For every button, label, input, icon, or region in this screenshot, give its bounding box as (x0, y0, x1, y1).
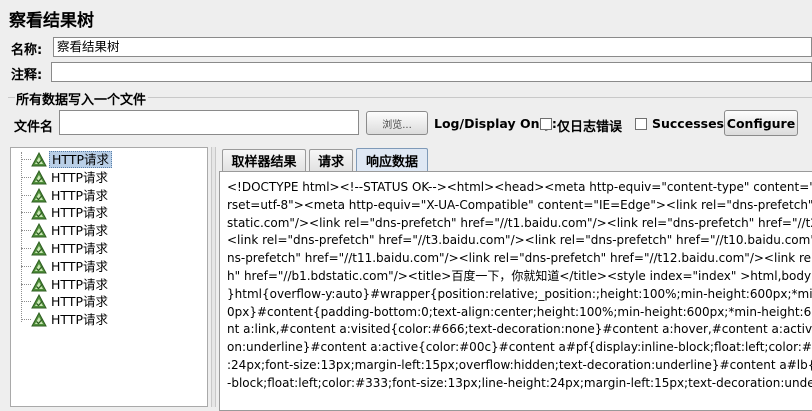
group-border-right (148, 97, 812, 98)
errors-only-label: 仅日志错误 (557, 120, 623, 135)
tree-item-label: HTTP请求 (51, 276, 108, 292)
success-triangle-icon (31, 169, 47, 185)
name-input[interactable]: 察看结果树 (53, 37, 812, 57)
tree-branch-line (21, 301, 31, 303)
success-triangle-icon (31, 240, 47, 256)
tree-item[interactable]: HTTP请求 (11, 187, 201, 204)
success-triangle-icon (31, 258, 47, 274)
response-data-pane[interactable]: <!DOCTYPE html><!--STATUS OK--><html><he… (219, 171, 812, 411)
successes-label: Successes (652, 116, 724, 131)
success-triangle-icon (31, 151, 47, 167)
response-line: -block;float:left;color:#333;font-size:1… (227, 375, 812, 390)
response-line: static.com"/><link rel="dns-prefetch" hr… (227, 215, 812, 230)
filename-label: 文件名 (14, 120, 54, 135)
tree-item[interactable]: HTTP请求 (11, 258, 201, 275)
filename-input[interactable] (59, 110, 359, 135)
tree-branch-line (21, 248, 31, 249)
comment-label: 注释: (11, 68, 43, 83)
tree-item[interactable]: HTTP请求 (11, 240, 201, 257)
comment-input[interactable] (51, 62, 812, 82)
response-line: 0px}#content{padding-bottom:0;text-align… (227, 304, 812, 319)
tree-branch-line (21, 265, 31, 267)
tab-response-data[interactable]: 响应数据 (356, 148, 428, 171)
split-divider[interactable] (211, 147, 216, 407)
tree-item-label: HTTP请求 (51, 312, 108, 328)
response-line: nt a:link,#content a:visited{color:#666;… (227, 322, 812, 337)
response-line: rset=utf-8"><meta http-equiv="X-UA-Compa… (227, 197, 812, 212)
response-line: :24px;font-size:13px;margin-left:15px;ov… (227, 357, 812, 372)
success-triangle-icon (31, 312, 47, 327)
file-group-title: 所有数据写入一个文件 (16, 93, 147, 108)
page-title: 察看结果树 (9, 11, 94, 31)
tree-item[interactable]: HTTP请求 (11, 293, 201, 310)
tab-request[interactable]: 请求 (309, 149, 353, 171)
success-triangle-icon (31, 187, 47, 203)
tree-item[interactable]: HTTP请求 (11, 169, 201, 186)
tree-item-label: HTTP请求 (51, 205, 108, 221)
response-line: ns-prefetch" href="//t11.baidu.com"/><li… (227, 251, 812, 266)
tree-branch-line (21, 319, 31, 321)
tree-item-label: HTTP请求 (49, 151, 112, 168)
response-line: h" href="//b1.bdstatic.com"/><title>百度一下… (227, 268, 812, 283)
name-label: 名称: (11, 43, 43, 58)
successes-checkbox[interactable] (635, 118, 647, 130)
results-tree[interactable]: HTTP请求 HTTP请求 HTTP请求 HTTP请求 HTTP请求 HTTP请求 HTTP… (10, 147, 208, 407)
tree-item-label: HTTP请求 (51, 258, 108, 274)
errors-only-checkbox[interactable] (540, 118, 552, 130)
tree-item-label: HTTP请求 (51, 223, 108, 239)
tree-item-label: HTTP请求 (51, 169, 108, 185)
tree-item-label: HTTP请求 (51, 187, 108, 203)
response-line: on:underline}#content a:active{color:#00… (227, 340, 812, 355)
tree-item[interactable]: HTTP请求 (11, 276, 201, 293)
configure-button[interactable]: Configure (724, 110, 798, 136)
success-triangle-icon (31, 223, 47, 238)
success-triangle-icon (31, 276, 47, 292)
group-border-left (8, 97, 15, 98)
tree-branch-line (21, 212, 31, 214)
browse-button[interactable]: 浏览... (366, 111, 428, 135)
success-triangle-icon (31, 205, 47, 220)
tree-item[interactable]: HTTP请求 (11, 222, 201, 239)
tree-branch-line (21, 159, 31, 160)
response-line: }html{overflow-y:auto}#wrapper{position:… (227, 286, 812, 301)
response-body-text: <!DOCTYPE html><!--STATUS OK--><html><he… (227, 179, 812, 393)
tree-branch-line (21, 283, 31, 285)
tree-branch-line (21, 230, 31, 232)
tree-branch-line (21, 194, 31, 196)
tree-branch-line (21, 176, 31, 178)
tree-item-label: HTTP请求 (51, 241, 108, 256)
tree-item-label: HTTP请求 (51, 294, 108, 310)
success-triangle-icon (31, 294, 47, 309)
response-line: <!DOCTYPE html><!--STATUS OK--><html><he… (227, 180, 812, 194)
tree-item[interactable]: HTTP请求 (11, 204, 201, 221)
log-display-label: Log/Display Only: (434, 116, 557, 131)
response-line: <link rel="dns-prefetch" href="//t3.baid… (227, 233, 812, 248)
tab-sampler-result[interactable]: 取样器结果 (222, 149, 306, 171)
tree-item[interactable]: HTTP请求 (11, 311, 201, 328)
tree-item[interactable]: HTTP请求 (11, 151, 201, 168)
